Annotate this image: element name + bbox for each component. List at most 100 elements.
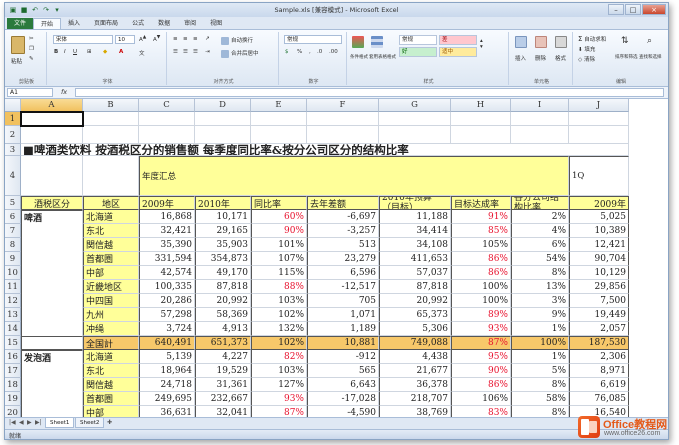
cell-share[interactable]: 8% (511, 266, 569, 280)
row-header-9[interactable]: 9 (5, 252, 21, 266)
cell-achieve[interactable]: 86% (451, 266, 511, 280)
cell-y2010[interactable]: 32,041 (195, 406, 251, 417)
cell-category[interactable] (21, 238, 83, 252)
cell-category[interactable] (21, 406, 83, 417)
column-header-C[interactable]: C (139, 99, 195, 112)
cell-y2009[interactable]: 3,724 (139, 322, 195, 336)
cell-diff[interactable]: -3,257 (307, 224, 379, 238)
close-button[interactable]: × (642, 4, 666, 15)
cell-y2009[interactable]: 20,286 (139, 294, 195, 308)
cell[interactable] (451, 126, 511, 144)
next-sheet-icon[interactable]: ▶ (27, 419, 32, 426)
cell-yoy[interactable]: 102% (251, 308, 307, 322)
save-icon[interactable]: ■ (20, 6, 28, 14)
align-right-icon[interactable]: ☰ (193, 49, 198, 55)
cell-diff[interactable]: -4,590 (307, 406, 379, 417)
column-header-G[interactable]: G (379, 99, 451, 112)
align-top-icon[interactable]: ≡ (173, 36, 178, 42)
cell-target[interactable]: 11,188 (379, 210, 451, 224)
cell-category[interactable] (21, 280, 83, 294)
cell-q1[interactable]: 7,500 (569, 294, 629, 308)
cell[interactable] (451, 112, 511, 126)
cell-yoy[interactable]: 102% (251, 336, 307, 350)
cell-achieve[interactable]: 90% (451, 364, 511, 378)
column-header-D[interactable]: D (195, 99, 251, 112)
cell[interactable] (195, 112, 251, 126)
cell-achieve[interactable]: 87% (451, 336, 511, 350)
find-select-button[interactable]: ⌕ (647, 36, 652, 46)
row-header-2[interactable]: 2 (5, 126, 21, 144)
cell-y2009[interactable]: 24,718 (139, 378, 195, 392)
cell-target[interactable]: 34,108 (379, 238, 451, 252)
cell-y2009[interactable]: 5,139 (139, 350, 195, 364)
format-cells-button[interactable] (555, 36, 569, 48)
cell-y2009[interactable]: 36,631 (139, 406, 195, 417)
ribbon-tab-0[interactable]: 文件 (7, 18, 34, 29)
cell-share[interactable]: 9% (511, 308, 569, 322)
cell-share[interactable]: 5% (511, 364, 569, 378)
cell-achieve[interactable]: 105% (451, 238, 511, 252)
cell-category[interactable]: 发泡酒 (21, 350, 83, 364)
cell-y2009[interactable]: 100,335 (139, 280, 195, 294)
cell-category[interactable] (21, 224, 83, 238)
ribbon-tab-1[interactable]: 开始 (33, 18, 62, 29)
cell-target[interactable]: 4,438 (379, 350, 451, 364)
cell-q1[interactable]: 5,025 (569, 210, 629, 224)
cell-target[interactable]: 38,769 (379, 406, 451, 417)
border-icon[interactable]: ⊞ (87, 49, 92, 55)
row-header-13[interactable]: 13 (5, 308, 21, 322)
row-header-14[interactable]: 14 (5, 322, 21, 336)
cell-y2010[interactable]: 58,369 (195, 308, 251, 322)
cell-y2009[interactable]: 16,868 (139, 210, 195, 224)
underline-button[interactable]: U (73, 49, 77, 55)
cell-yoy[interactable]: 82% (251, 350, 307, 364)
cell-diff[interactable]: -6,697 (307, 210, 379, 224)
cell-region[interactable]: 中部 (83, 406, 139, 417)
cell-share[interactable]: 8% (511, 406, 569, 417)
cell-share[interactable]: 4% (511, 224, 569, 238)
cell-target[interactable]: 21,677 (379, 364, 451, 378)
cell-target[interactable]: 87,818 (379, 280, 451, 294)
cell-y2010[interactable]: 20,992 (195, 294, 251, 308)
cell[interactable] (251, 112, 307, 126)
cell-y2009[interactable]: 640,491 (139, 336, 195, 350)
cell-yoy[interactable]: 103% (251, 364, 307, 378)
cell-diff[interactable]: -912 (307, 350, 379, 364)
cell-diff[interactable]: -12,517 (307, 280, 379, 294)
cell-y2009[interactable]: 249,695 (139, 392, 195, 406)
merge-center-button[interactable]: 合并后居中 (221, 49, 259, 58)
cell-region[interactable]: 中四国 (83, 294, 139, 308)
cell-y2010[interactable]: 19,529 (195, 364, 251, 378)
excel-logo-icon[interactable]: ▣ (9, 6, 17, 14)
cell-achieve[interactable]: 100% (451, 280, 511, 294)
cell[interactable] (251, 126, 307, 144)
select-all-corner[interactable] (5, 99, 21, 112)
row-header-20[interactable]: 20 (5, 406, 21, 417)
cell-achieve[interactable]: 85% (451, 224, 511, 238)
cell-q1[interactable]: 10,129 (569, 266, 629, 280)
column-header-B[interactable]: B (83, 99, 139, 112)
cell-share[interactable]: 3% (511, 294, 569, 308)
undo-icon[interactable]: ↶ (31, 6, 39, 14)
cell-achieve[interactable]: 100% (451, 294, 511, 308)
paste-button[interactable] (11, 36, 27, 54)
cell-yoy[interactable]: 127% (251, 378, 307, 392)
bold-button[interactable]: B (54, 49, 58, 55)
cell-region[interactable]: 冲绳 (83, 322, 139, 336)
cell[interactable] (139, 112, 195, 126)
cell-target[interactable]: 411,653 (379, 252, 451, 266)
align-center-icon[interactable]: ☰ (183, 49, 188, 55)
cell[interactable] (307, 126, 379, 144)
cell-diff[interactable]: 23,279 (307, 252, 379, 266)
sort-filter-button[interactable]: ⇅ (621, 36, 629, 46)
cell-y2009[interactable]: 35,390 (139, 238, 195, 252)
autosum-button[interactable]: Σ 自动求和 (578, 35, 606, 43)
ribbon-tab-7[interactable]: 视图 (203, 18, 229, 29)
cell-diff[interactable]: 1,189 (307, 322, 379, 336)
cell-region[interactable]: 九州 (83, 308, 139, 322)
insert-cells-button[interactable] (515, 36, 529, 48)
indent-icon[interactable]: ⇥ (205, 49, 210, 55)
cell-target[interactable]: 5,306 (379, 322, 451, 336)
row-header-8[interactable]: 8 (5, 238, 21, 252)
comma-button[interactable]: , (309, 49, 311, 55)
